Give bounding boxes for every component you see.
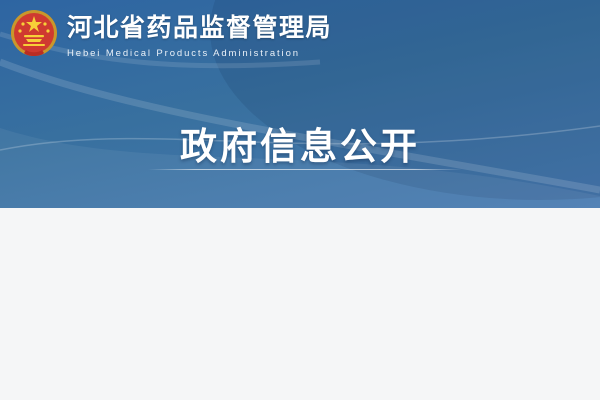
site-logo-block[interactable]: 河北省药品监督管理局 Hebei Medical Products Admini… (10, 8, 332, 59)
content-section: 当前位置：首页>政府信息公开>法定主动公开内容>政策解读 索引号 FGWJ-20… (0, 208, 600, 400)
site-name-zh: 河北省药品监督管理局 (67, 8, 332, 44)
hero-title: 政府信息公开 (0, 116, 600, 170)
national-emblem-icon (10, 9, 58, 59)
site-titles: 河北省药品监督管理局 Hebei Medical Products Admini… (67, 8, 332, 59)
site-name-en: Hebei Medical Products Administration (67, 48, 332, 59)
top-banner: 河北省药品监督管理局 Hebei Medical Products Admini… (0, 0, 600, 208)
hero-underline (148, 169, 462, 170)
page: 河北省药品监督管理局 Hebei Medical Products Admini… (0, 0, 600, 400)
